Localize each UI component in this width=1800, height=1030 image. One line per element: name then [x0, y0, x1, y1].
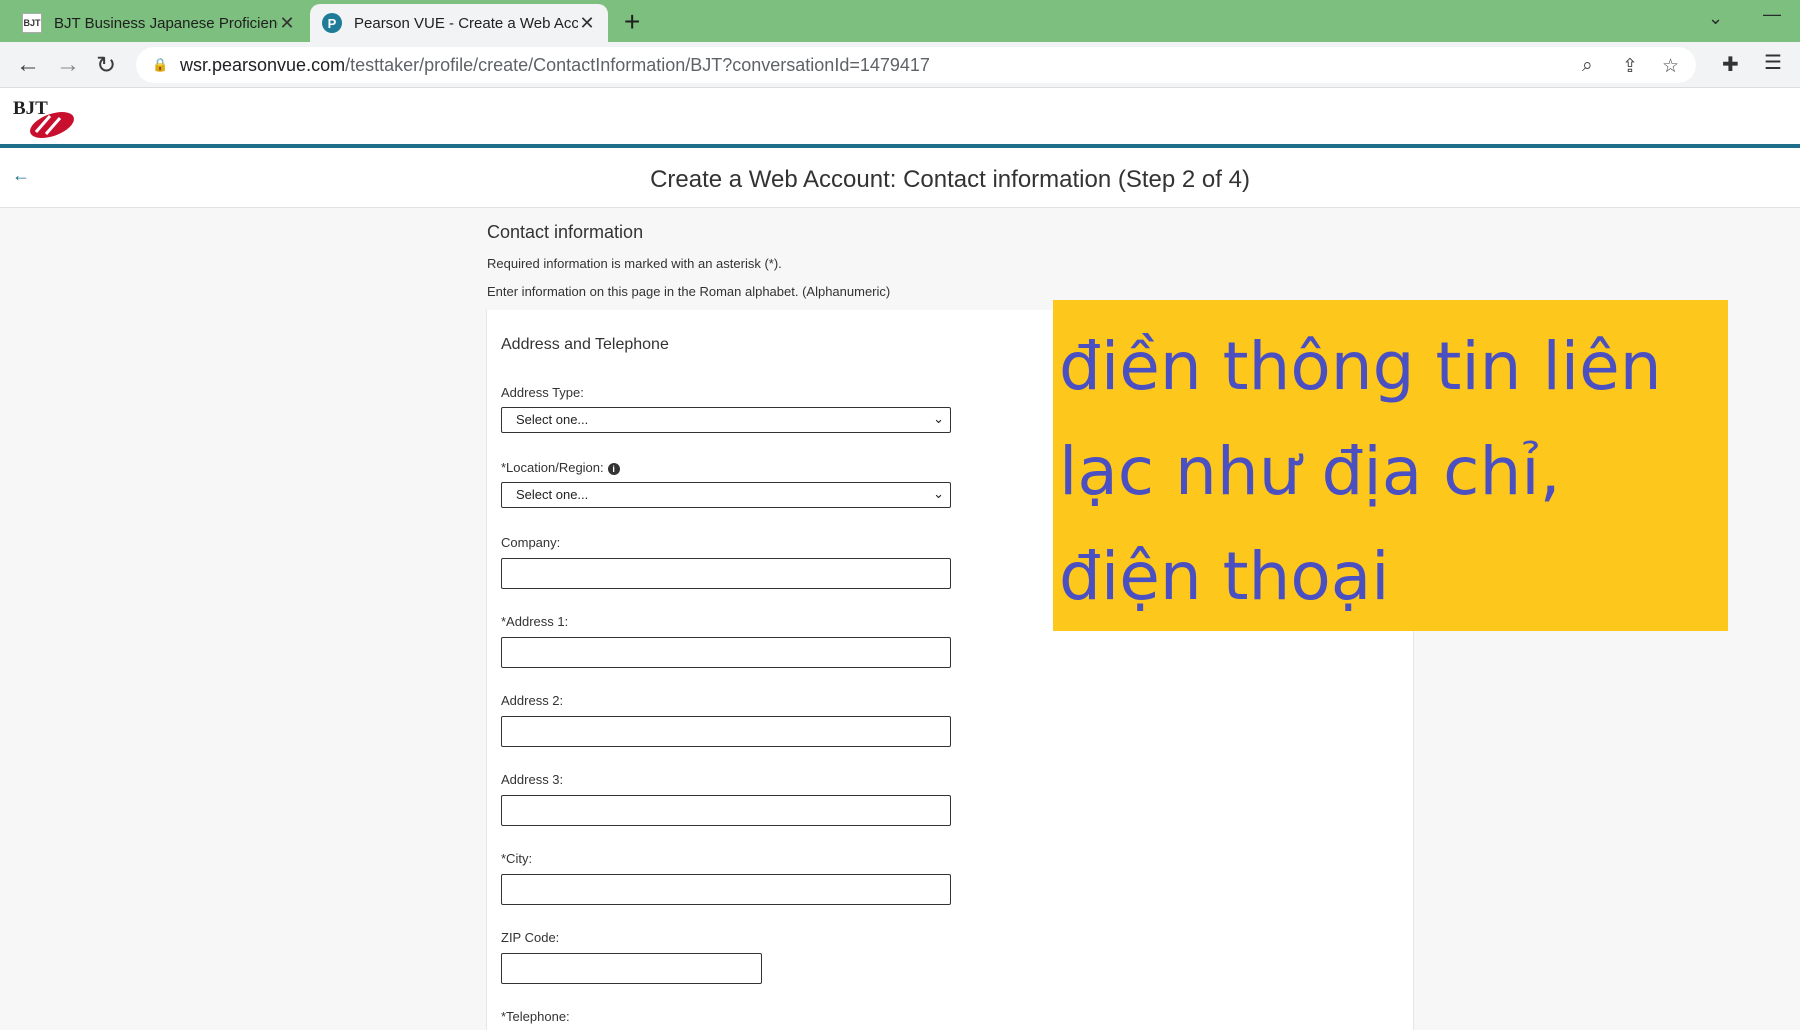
annotation-callout: điền thông tin liên lạc như địa chỉ, điệ…: [1053, 300, 1728, 631]
address-bar[interactable]: 🔒 wsr.pearsonvue.com/testtaker/profile/c…: [136, 47, 1696, 83]
city-field[interactable]: [501, 874, 951, 905]
step-header: ← Create a Web Account: Contact informat…: [0, 148, 1800, 208]
tab-title: BJT Business Japanese Proficienc: [54, 14, 278, 32]
tab-strip: BJT BJT Business Japanese Proficienc ✕ P…: [0, 0, 1800, 42]
company-label: Company:: [501, 535, 561, 550]
bookmark-star-icon[interactable]: ☆: [1662, 55, 1679, 78]
chevron-down-icon: ⌄: [933, 411, 944, 426]
card-title: Address and Telephone: [501, 336, 669, 353]
address1-label: *Address 1:: [501, 614, 569, 629]
roman-alphabet-note: Enter information on this page in the Ro…: [487, 284, 891, 299]
url-host: wsr.pearsonvue.com: [180, 54, 346, 75]
share-icon[interactable]: ⇪: [1622, 55, 1638, 78]
address-type-label: Address Type:: [501, 385, 584, 400]
bjt-logo: BJT: [13, 98, 74, 138]
address3-label: Address 3:: [501, 772, 564, 787]
extensions-puzzle-icon[interactable]: ✚: [1722, 52, 1739, 77]
address1-field[interactable]: [501, 637, 951, 668]
address-type-value: Select one...: [516, 412, 589, 427]
site-header: BJT: [0, 88, 1800, 148]
section-title: Contact information: [487, 222, 644, 242]
browser-toolbar: ← → ↻ 🔒 wsr.pearsonvue.com/testtaker/pro…: [0, 42, 1800, 88]
new-tab-icon[interactable]: +: [624, 6, 640, 38]
page-title: Create a Web Account: Contact informatio…: [650, 166, 1250, 193]
tab-title: Pearson VUE - Create a Web Acc: [354, 14, 578, 32]
location-region-label: *Location/Region: i: [501, 460, 620, 475]
zip-code-field[interactable]: [501, 953, 762, 984]
city-label: *City:: [501, 851, 533, 866]
location-region-select[interactable]: Select one... ⌄: [501, 482, 951, 508]
address2-field[interactable]: [501, 716, 951, 747]
back-arrow-icon[interactable]: ←: [16, 51, 40, 79]
minimize-icon[interactable]: —: [1763, 4, 1781, 25]
bjt-favicon-icon: BJT: [22, 13, 42, 33]
close-icon[interactable]: ✕: [278, 13, 296, 34]
tab-pearson-vue[interactable]: P Pearson VUE - Create a Web Acc ✕: [310, 4, 608, 42]
svg-text:BJT: BJT: [13, 98, 48, 119]
pearson-favicon-icon: P: [322, 13, 342, 33]
location-region-label-text: *Location/Region:: [501, 460, 604, 475]
address2-label: Address 2:: [501, 693, 564, 708]
zoom-icon[interactable]: ⌕: [1582, 55, 1593, 77]
close-icon[interactable]: ✕: [578, 13, 596, 34]
company-field[interactable]: [501, 558, 951, 589]
address-type-select[interactable]: Select one... ⌄: [501, 407, 951, 433]
reading-list-icon[interactable]: ☰: [1764, 50, 1782, 75]
zip-code-label: ZIP Code:: [501, 930, 560, 945]
annotation-line: điền thông tin liên: [1059, 328, 1662, 405]
forward-arrow-icon[interactable]: →: [56, 51, 80, 79]
chevron-down-icon: ⌄: [933, 486, 944, 501]
annotation-line: lạc như địa chỉ,: [1059, 433, 1561, 510]
tab-bjt[interactable]: BJT BJT Business Japanese Proficienc ✕: [10, 4, 308, 42]
web-page: BJT ← Create a Web Account: Contact info…: [0, 88, 1800, 1030]
required-note: Required information is marked with an a…: [487, 256, 782, 271]
location-region-value: Select one...: [516, 487, 589, 502]
chevron-down-icon[interactable]: ⌄: [1708, 8, 1723, 29]
reload-icon[interactable]: ↻: [96, 51, 116, 80]
address3-field[interactable]: [501, 795, 951, 826]
url-path: /testtaker/profile/create/ContactInforma…: [345, 54, 930, 75]
info-icon[interactable]: i: [607, 463, 620, 475]
lock-icon: 🔒: [152, 57, 169, 72]
annotation-line: điện thoại: [1059, 538, 1390, 615]
